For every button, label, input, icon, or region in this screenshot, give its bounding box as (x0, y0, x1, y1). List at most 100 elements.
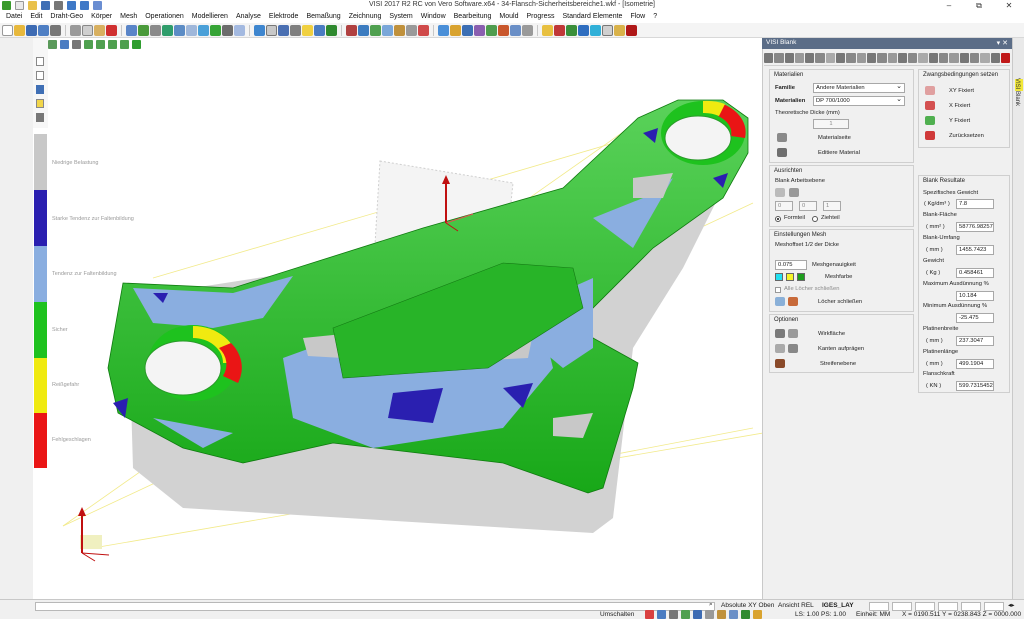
mesh-color-2[interactable] (786, 273, 794, 281)
cut-icon[interactable] (70, 24, 81, 36)
spez-gewicht-value[interactable]: 7.8 (956, 199, 994, 209)
panel-side-tab[interactable]: VISI Blank (1012, 38, 1024, 599)
insert-icon[interactable] (566, 24, 577, 36)
library-icon[interactable] (614, 24, 625, 36)
edit-material-icon[interactable] (777, 148, 787, 157)
blank-tool-8-icon[interactable] (836, 53, 846, 63)
blank-tool-12-icon[interactable] (877, 53, 887, 63)
blank-analysis-icon[interactable] (626, 24, 637, 36)
menu-window[interactable]: Window (417, 12, 450, 23)
genauigkeit-input[interactable]: 0.075 (775, 260, 807, 270)
ejector-icon[interactable] (602, 24, 613, 36)
layer-name[interactable]: IGES_LAY (822, 602, 854, 609)
kanten-icon[interactable] (775, 344, 785, 353)
menu-progress[interactable]: Progress (522, 12, 558, 23)
wirkflaeche2-icon[interactable] (788, 329, 798, 338)
layer-tool-3-icon[interactable] (36, 85, 44, 94)
render-icon[interactable] (162, 24, 173, 36)
edges-icon[interactable] (174, 24, 185, 36)
cooling-icon[interactable] (590, 24, 601, 36)
alle-loecher-checkbox[interactable] (775, 287, 781, 293)
menu-bearbeitung[interactable]: Bearbeitung (450, 12, 496, 23)
blank-tool-7-icon[interactable] (825, 53, 836, 63)
umschalten-label[interactable]: Umschalten (600, 611, 634, 618)
y-fixed-icon[interactable] (925, 116, 935, 125)
view-right-icon[interactable] (120, 40, 129, 49)
menu-modellieren[interactable]: Modellieren (188, 12, 232, 23)
xy-fixed-icon[interactable] (925, 86, 935, 95)
materialien-select[interactable]: DP 700/1000 (813, 96, 905, 106)
layer-tool-2-icon[interactable] (36, 71, 44, 80)
streifen-label[interactable]: Streifenebene (820, 361, 856, 367)
reset-icon[interactable] (925, 131, 935, 140)
x-fixed-label[interactable]: X Fixiert (949, 103, 970, 109)
outline-icon[interactable] (234, 24, 245, 36)
faces-icon[interactable] (210, 24, 221, 36)
absolute-mode[interactable]: Absolute XY Oben (721, 602, 774, 609)
view-left-icon[interactable] (108, 40, 117, 49)
blank-tool-10-icon[interactable] (856, 53, 866, 63)
3d-viewport[interactable] (33, 38, 762, 599)
familie-select[interactable]: Andere Materialien (813, 83, 905, 93)
flat-icon[interactable] (222, 24, 233, 36)
arc-icon[interactable] (358, 24, 369, 36)
materialseite-icon[interactable] (777, 133, 787, 142)
menu-draht-geo[interactable]: Draht-Geo (46, 12, 87, 23)
menu-mesh[interactable]: Mesh (116, 12, 141, 23)
layer-icon[interactable] (266, 24, 277, 36)
measure-icon[interactable] (418, 24, 429, 36)
loecher-label[interactable]: Löcher schließen (818, 299, 862, 305)
ebene-pick-icon[interactable] (775, 188, 785, 197)
runner-icon[interactable] (578, 24, 589, 36)
snap-6-icon[interactable] (705, 610, 714, 619)
view-iso-icon[interactable] (132, 40, 141, 49)
view-front-icon[interactable] (60, 40, 69, 49)
strip-icon[interactable] (450, 24, 461, 36)
unfold-icon[interactable] (510, 24, 521, 36)
view-back-icon[interactable] (72, 40, 81, 49)
cube-icon[interactable] (314, 24, 325, 36)
menu-flow[interactable]: Flow (626, 12, 649, 23)
blank-tool-18-icon[interactable] (939, 53, 949, 63)
ebene-pick2-icon[interactable] (789, 188, 799, 197)
mould-icon[interactable] (542, 24, 553, 36)
blank-tool-4-icon[interactable] (794, 53, 805, 63)
mesh-color-1[interactable] (775, 273, 783, 281)
blank-tool-15-icon[interactable] (908, 53, 918, 63)
curve-icon[interactable] (346, 24, 357, 36)
menu-standard-elemente[interactable]: Standard Elemente (559, 12, 627, 23)
command-input[interactable] (35, 602, 715, 611)
menu-edit[interactable]: Edit (26, 12, 46, 23)
streifen-icon[interactable] (775, 359, 785, 368)
wirkflaeche-label[interactable]: Wirkfläche (818, 331, 845, 337)
split-icon[interactable] (406, 24, 417, 36)
search-icon[interactable]: ⌕ (709, 601, 713, 609)
snap-8-icon[interactable] (729, 610, 738, 619)
xy-fixed-label[interactable]: XY Fixiert (949, 88, 974, 94)
blank-tool-21-icon[interactable] (969, 53, 980, 63)
ziehteil-label[interactable]: Ziehteil (821, 215, 840, 221)
delete-icon[interactable] (106, 24, 117, 36)
blank-icon[interactable] (438, 24, 449, 36)
save-file-icon[interactable] (26, 24, 37, 36)
view-icon[interactable] (278, 24, 289, 36)
restore-button[interactable]: ⧉ (964, 0, 994, 12)
snap-2-icon[interactable] (657, 610, 666, 619)
view-mode[interactable]: Ansicht REL (778, 602, 814, 609)
minimize-button[interactable]: – (934, 0, 964, 12)
extend-icon[interactable] (394, 24, 405, 36)
wire-icon[interactable] (126, 24, 137, 36)
save-all-icon[interactable] (38, 24, 49, 36)
redraw-icon[interactable] (254, 24, 265, 36)
die-icon[interactable] (474, 24, 485, 36)
copy-icon[interactable] (82, 24, 93, 36)
close-button[interactable]: ✕ (994, 0, 1024, 12)
wirkflaeche-icon[interactable] (775, 329, 785, 338)
blank-tool-3-icon[interactable] (784, 53, 794, 63)
blank-tool-5-icon[interactable] (805, 53, 815, 63)
layer-tool-1-icon[interactable] (36, 57, 44, 66)
new-file-icon[interactable] (2, 24, 13, 36)
blank-red-icon[interactable] (1000, 53, 1011, 63)
menu-operationen[interactable]: Operationen (141, 12, 188, 23)
kanten-label[interactable]: Kanten aufprägen (818, 346, 864, 352)
